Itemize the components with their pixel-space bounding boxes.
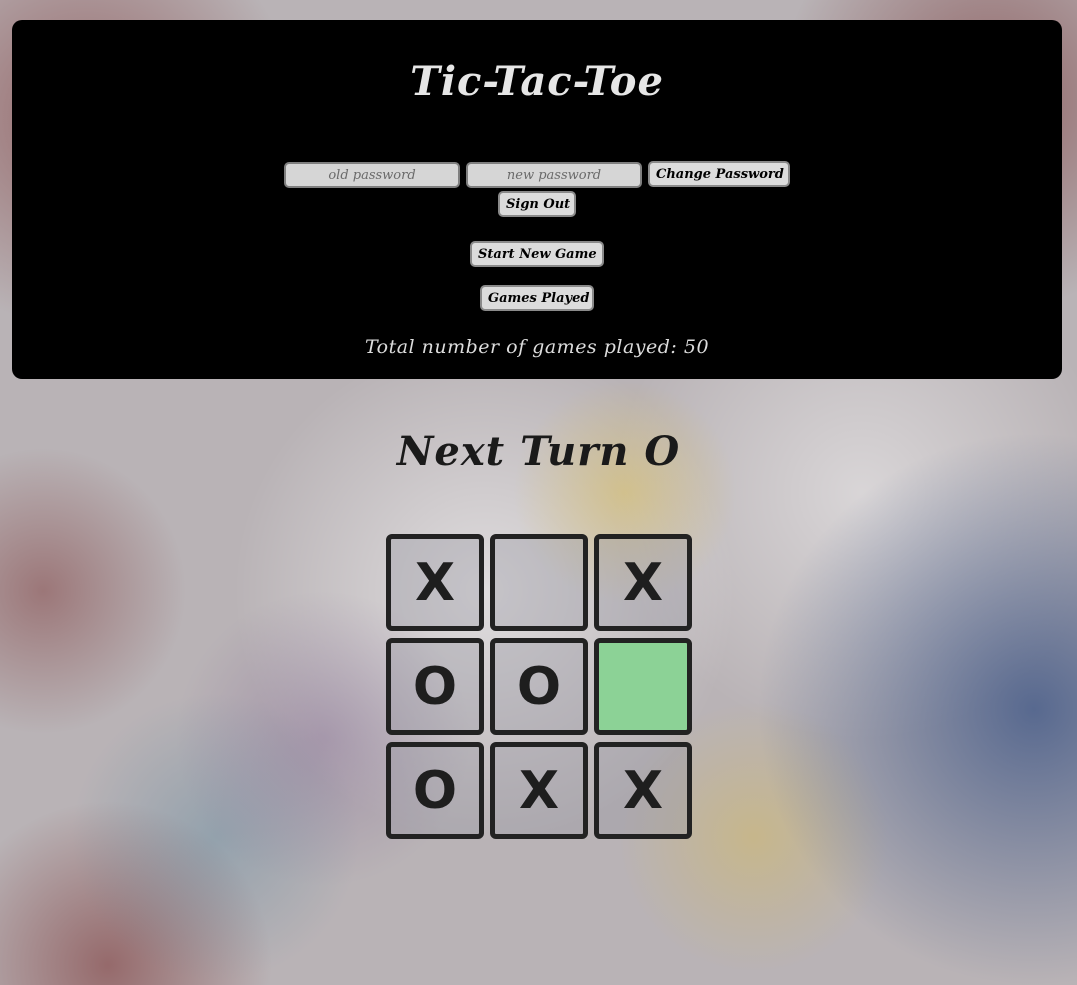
board-cell-4[interactable]: O: [490, 638, 588, 735]
board-cell-7[interactable]: X: [490, 742, 588, 839]
games-played-total: Total number of games played: 50: [364, 336, 710, 358]
new-password-input[interactable]: [466, 162, 642, 188]
board-cell-5[interactable]: [594, 638, 692, 735]
old-password-input[interactable]: [284, 162, 460, 188]
header-panel: Tic-Tac-Toe Change Password Sign Out Sta…: [12, 20, 1062, 379]
sign-out-button[interactable]: Sign Out: [498, 191, 576, 217]
board-cell-0[interactable]: X: [386, 534, 484, 631]
board-cell-6[interactable]: O: [386, 742, 484, 839]
board-cell-2[interactable]: X: [594, 534, 692, 631]
change-password-button[interactable]: Change Password: [648, 161, 790, 187]
games-played-button[interactable]: Games Played: [480, 285, 594, 311]
board-cell-1[interactable]: [490, 534, 588, 631]
next-turn-indicator: Next Turn O: [396, 428, 681, 475]
game-board: X X O O O X X: [386, 534, 695, 841]
start-new-game-button[interactable]: Start New Game: [470, 241, 604, 267]
board-cell-3[interactable]: O: [386, 638, 484, 735]
page-title: Tic-Tac-Toe: [410, 58, 664, 105]
board-cell-8[interactable]: X: [594, 742, 692, 839]
